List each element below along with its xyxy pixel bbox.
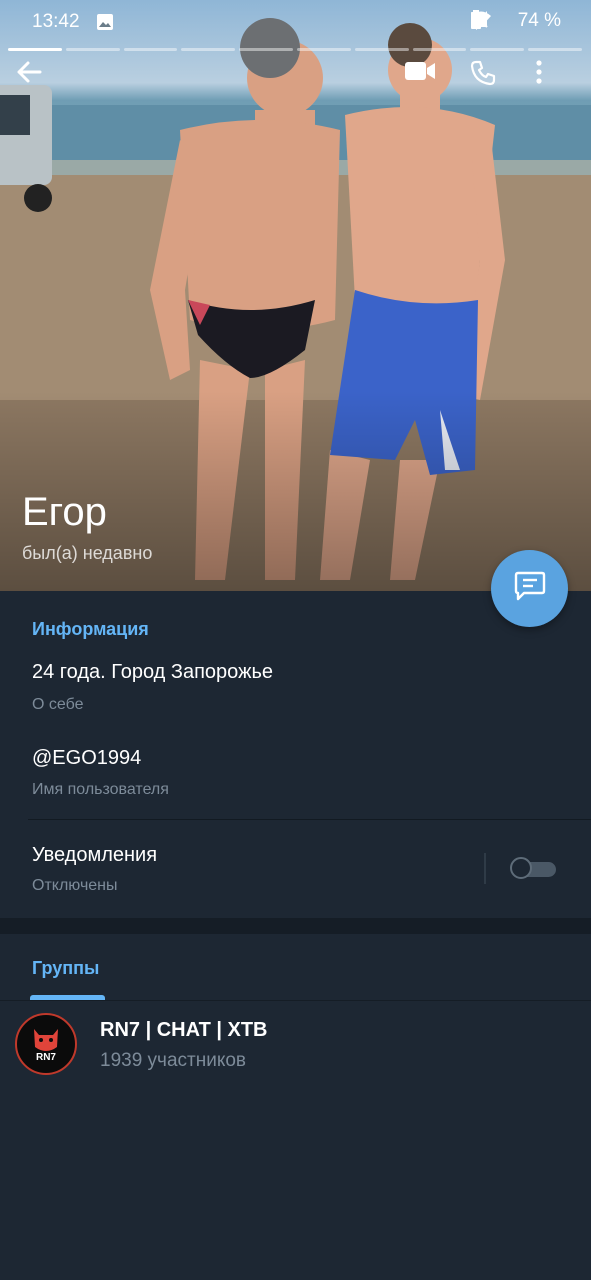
status-time: 13:42 (32, 11, 80, 32)
back-button[interactable] (16, 60, 60, 104)
story-progress-segment (470, 48, 525, 51)
info-section-title: Информация (32, 619, 149, 639)
info-section: Информация 24 года. Город Запорожье О се… (0, 591, 591, 918)
story-progress (8, 48, 582, 52)
bio-text: 24 года. Город Запорожье (32, 661, 273, 683)
tab-groups[interactable]: Группы (32, 958, 99, 979)
story-progress-segment (239, 48, 293, 51)
group-list-item[interactable]: RN7 RN7 | CHAT | XTB 1939 участников (0, 1008, 591, 1088)
username-text: @EGO1994 (32, 747, 142, 769)
message-icon (514, 571, 546, 606)
story-progress-segment (8, 48, 62, 51)
profile-last-seen: был(а) недавно (22, 543, 153, 563)
story-progress-segment (354, 48, 409, 51)
divider (28, 819, 591, 820)
more-options-button[interactable] (536, 60, 580, 104)
notifications-label: Уведомления (32, 844, 158, 866)
voice-call-button[interactable] (470, 60, 514, 104)
group-member-count: 1939 участников (100, 1050, 247, 1071)
profile-photo[interactable]: 13:42 74 % Егор был(а) недавно (0, 0, 591, 591)
group-logo-icon (34, 1029, 58, 1051)
bio-label: О себе (32, 696, 84, 713)
notifications-status: Отключены (32, 877, 118, 894)
toggle-knob (510, 857, 532, 879)
divider (0, 1000, 591, 1001)
story-progress-segment (181, 48, 236, 51)
send-message-button[interactable] (491, 550, 568, 627)
group-avatar: RN7 (15, 1013, 77, 1075)
story-progress-segment (528, 48, 582, 51)
story-progress-segment (296, 48, 351, 51)
group-avatar-text: RN7 (35, 1052, 56, 1063)
profile-name: Егор (22, 490, 107, 534)
video-call-button[interactable] (404, 60, 448, 104)
notifications-toggle[interactable] (510, 856, 558, 882)
username-label: Имя пользователя (32, 781, 169, 798)
status-right: 74 % (470, 10, 561, 32)
groups-section: Группы RN7 RN7 | CHAT | XTB 1939 участни… (0, 934, 591, 1280)
vertical-divider (484, 853, 486, 884)
battery-percent: 74 % (517, 10, 561, 31)
group-title: RN7 | CHAT | XTB (100, 1019, 268, 1041)
story-progress-segment (123, 48, 178, 51)
story-progress-segment (65, 48, 120, 51)
section-gap (0, 918, 591, 934)
story-progress-segment (412, 48, 467, 51)
status-bar: 13:42 74 % (0, 0, 591, 44)
